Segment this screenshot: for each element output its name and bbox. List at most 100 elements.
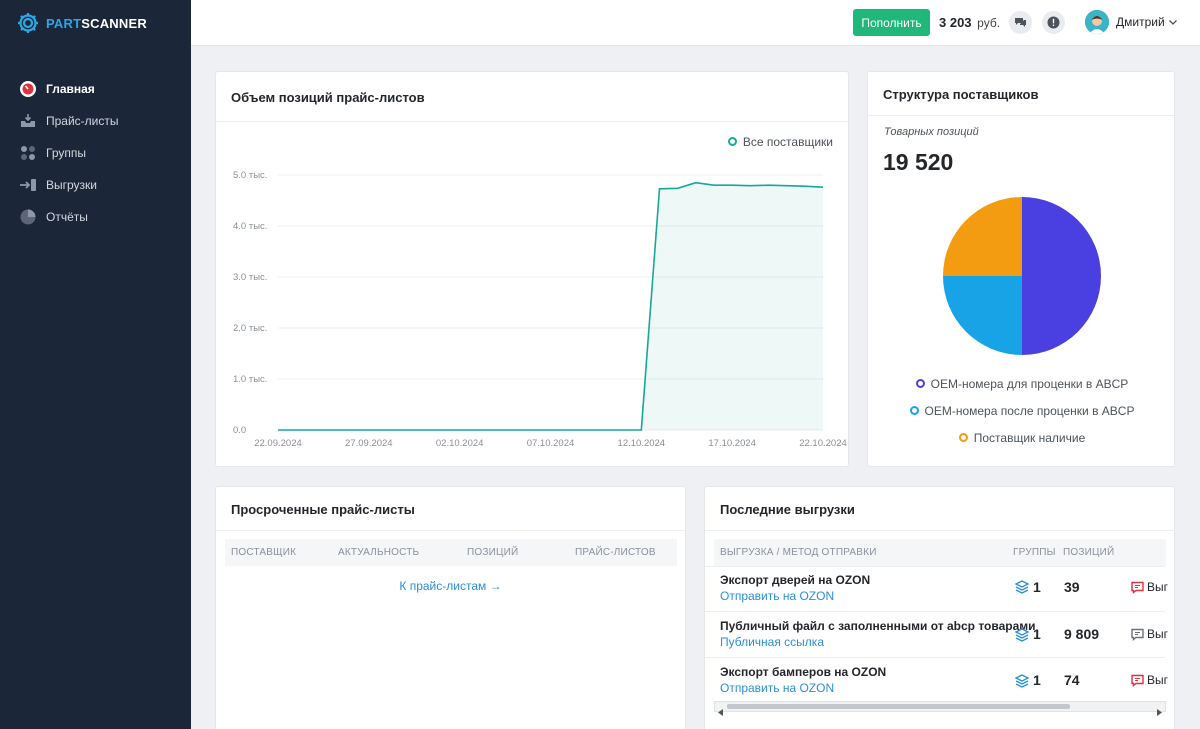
divider xyxy=(705,657,1165,658)
pie-slice xyxy=(943,276,1022,355)
sidebar-item-groups[interactable]: Группы xyxy=(0,137,191,169)
export-title: Публичный файл с заполненными от abcp то… xyxy=(720,619,1036,633)
book-icon xyxy=(1131,674,1144,687)
positions-count: 9 809 xyxy=(1064,626,1100,642)
pie-chart-icon xyxy=(18,207,38,227)
book-icon xyxy=(1131,628,1144,641)
export-action[interactable]: Выг xyxy=(1131,580,1168,594)
column-header-positions[interactable]: Позиций xyxy=(467,547,518,558)
y-tick-label: 1.0 тыс. xyxy=(233,374,267,385)
legend-label: OEM-номера после проценки в ABCP xyxy=(924,403,1135,418)
series-area xyxy=(278,182,823,430)
gear-logo-icon xyxy=(18,13,38,33)
inbox-icon xyxy=(18,111,38,131)
x-tick-label: 27.09.2024 xyxy=(345,438,393,449)
groups-count: 1 xyxy=(1033,672,1041,688)
user-menu[interactable]: Дмитрий xyxy=(1085,10,1178,34)
export-method-link[interactable]: Публичная ссылка xyxy=(720,635,824,649)
export-action-label: Выг xyxy=(1147,580,1169,594)
card-title: Последние выгрузки xyxy=(720,502,855,517)
x-tick-label: 02.10.2024 xyxy=(436,438,484,449)
top-up-button[interactable]: Пополнить xyxy=(853,9,930,36)
user-name: Дмитрий xyxy=(1116,15,1165,29)
sidebar-item-label: Главная xyxy=(46,82,95,96)
y-tick-label: 0.0 xyxy=(233,425,246,436)
sidebar-item-exports[interactable]: Выгрузки xyxy=(0,169,191,201)
export-action-label: Выг xyxy=(1147,627,1169,641)
dashboard-icon xyxy=(18,79,38,99)
export-title: Экспорт бамперов на OZON xyxy=(720,665,887,679)
pie-slice xyxy=(943,197,1022,276)
y-tick-label: 2.0 тыс. xyxy=(233,323,267,334)
sidebar: PARTSCANNER Главная Прайс-листы Группы В… xyxy=(0,0,191,729)
brand-name: PARTSCANNER xyxy=(46,15,147,31)
sidebar-item-label: Отчёты xyxy=(46,210,88,224)
export-action-label: Выг xyxy=(1147,673,1169,687)
card-title: Структура поставщиков xyxy=(883,87,1039,102)
export-action[interactable]: Выг xyxy=(1131,673,1168,687)
sidebar-item-reports[interactable]: Отчёты xyxy=(0,201,191,233)
layers-icon xyxy=(1014,674,1030,693)
export-action[interactable]: Выг xyxy=(1131,627,1168,641)
total-positions: 19 520 xyxy=(883,149,954,175)
avatar xyxy=(1085,10,1109,34)
legend-label: Поставщик наличие xyxy=(973,430,1086,445)
column-header-supplier[interactable]: Поставщик xyxy=(231,547,296,558)
chat-icon xyxy=(1015,18,1026,27)
chevron-down-icon xyxy=(1168,20,1177,25)
y-tick-label: 5.0 тыс. xyxy=(233,170,267,181)
volume-area-chart: 0.0 1.0 тыс. 2.0 тыс. 3.0 тыс. 4.0 тыс. 5.0 т… xyxy=(233,170,847,449)
overdue-price-lists-card: Просроченные прайс-листы Поставщик Актуа… xyxy=(215,486,686,729)
divider xyxy=(705,566,1165,567)
y-tick-label: 4.0 тыс. xyxy=(233,221,267,232)
legend-dot-icon xyxy=(909,406,919,416)
pie-legend-item[interactable]: OEM-номера для проценки в ABCP xyxy=(868,375,1174,393)
pie-legend-item[interactable]: OEM-номера после проценки в ABCP xyxy=(868,402,1174,420)
book-icon xyxy=(1131,581,1144,594)
column-header-export[interactable]: Выгрузка / метод отправки xyxy=(720,547,877,558)
layers-icon xyxy=(1014,580,1030,599)
logo[interactable]: PARTSCANNER xyxy=(16,10,147,36)
legend-dot-icon xyxy=(958,433,968,443)
export-method-link[interactable]: Отправить на OZON xyxy=(720,681,834,695)
horizontal-scrollbar[interactable] xyxy=(714,701,1166,716)
export-icon xyxy=(18,175,38,195)
divider xyxy=(705,611,1165,612)
legend-dot-icon xyxy=(915,379,925,389)
legend-label: OEM-номера для проценки в ABCP xyxy=(930,376,1129,391)
x-tick-label: 07.10.2024 xyxy=(527,438,575,449)
suppliers-structure-card: Структура поставщиков Товарных позиций 1… xyxy=(867,71,1175,467)
export-title: Экспорт дверей на OZON xyxy=(720,573,871,587)
sidebar-item-home[interactable]: Главная xyxy=(0,73,191,105)
balance-value: 3 203 xyxy=(939,15,972,30)
balance-currency: руб. xyxy=(977,16,1001,30)
divider xyxy=(216,530,685,531)
layers-icon xyxy=(1014,628,1030,647)
column-header-actuality[interactable]: Актуальность xyxy=(338,547,419,558)
scroll-left-icon[interactable] xyxy=(718,703,724,721)
positions-count: 39 xyxy=(1064,579,1080,595)
scrollbar-thumb[interactable] xyxy=(727,704,1070,709)
pie-legend-item[interactable]: Поставщик наличие xyxy=(868,429,1174,447)
x-tick-label: 17.10.2024 xyxy=(708,438,756,449)
messages-button[interactable] xyxy=(1009,11,1032,34)
last-exports-card: Последние выгрузки Выгрузка / метод отпр… xyxy=(704,486,1175,729)
sidebar-nav: Главная Прайс-листы Группы Выгрузки Отчё… xyxy=(0,73,191,233)
alert-icon xyxy=(1047,16,1060,29)
export-method-link[interactable]: Отправить на OZON xyxy=(720,589,834,603)
card-title: Просроченные прайс-листы xyxy=(231,502,415,517)
groups-icon xyxy=(18,143,38,163)
sidebar-item-label: Выгрузки xyxy=(46,178,97,192)
price-lists-link[interactable]: К прайс-листам → xyxy=(216,579,685,593)
price-volume-card: Объем позиций прайс-листов Все поставщик… xyxy=(215,71,849,467)
scroll-right-icon[interactable] xyxy=(1156,703,1162,721)
column-header-positions[interactable]: Позиций xyxy=(1063,547,1114,558)
groups-count: 1 xyxy=(1033,626,1041,642)
sidebar-item-price-lists[interactable]: Прайс-листы xyxy=(0,105,191,137)
balance: 3 203 руб. xyxy=(939,15,1000,30)
x-tick-label: 12.10.2024 xyxy=(618,438,666,449)
column-header-groups[interactable]: Группы xyxy=(1013,547,1056,558)
subtitle: Товарных позиций xyxy=(884,126,979,138)
notifications-button[interactable] xyxy=(1042,11,1065,34)
column-header-price-lists[interactable]: Прайс-листов xyxy=(575,547,656,558)
